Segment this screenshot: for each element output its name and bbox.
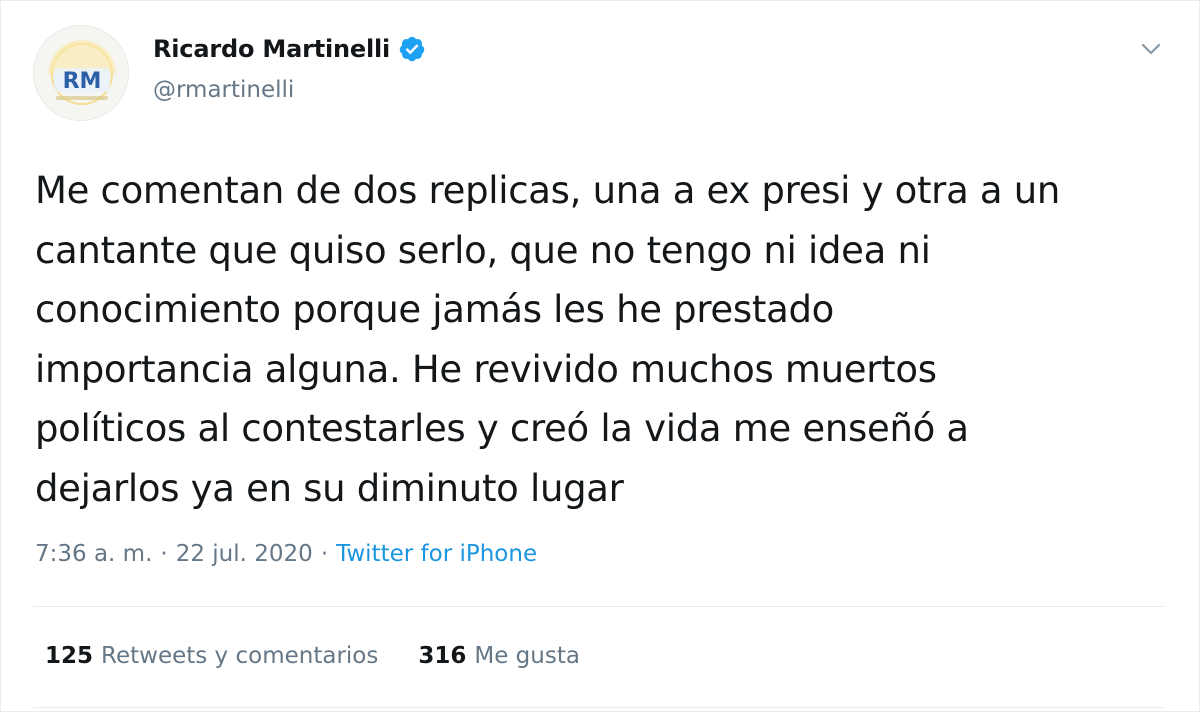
divider (33, 606, 1165, 607)
likes-count: 316 (418, 643, 467, 669)
retweets-count: 125 (45, 643, 94, 669)
tweet-text: Me comentan de dos replicas, una a ex pr… (35, 161, 1175, 518)
tweet-text-line: importancia alguna. He revivido muchos m… (35, 347, 937, 391)
tweet-time[interactable]: 7:36 a. m. (35, 541, 152, 567)
avatar[interactable]: RM (33, 25, 129, 121)
author-handle[interactable]: @rmartinelli (153, 77, 294, 103)
meta-separator: · (160, 541, 168, 567)
meta-separator: · (320, 541, 329, 567)
avatar-initials: RM (63, 69, 102, 94)
tweet-card: RM Ricardo Martinelli @rmartinelli Me co… (0, 0, 1200, 712)
verified-badge-icon (398, 35, 426, 63)
author-name-row: Ricardo Martinelli (153, 35, 426, 63)
tweet-stats: 125 Retweets y comentarios 316 Me gusta (45, 643, 580, 669)
tweet-text-line: conocimiento porque jamás les he prestad… (35, 288, 834, 331)
tweet-meta: 7:36 a. m. · 22 jul. 2020 · Twitter for … (35, 541, 537, 567)
likes-stat[interactable]: 316 Me gusta (418, 643, 580, 669)
tweet-text-line: dejarlos ya en su diminuto lugar (35, 466, 624, 510)
rm-logo-avatar-icon: RM (34, 26, 128, 120)
author-display-name[interactable]: Ricardo Martinelli (153, 35, 390, 63)
tweet-text-line: cantante que quiso serlo, que no tengo n… (35, 228, 931, 272)
chevron-down-icon[interactable] (1137, 37, 1165, 61)
tweet-text-line: Me comentan de dos replicas, una a ex pr… (35, 169, 1061, 212)
retweets-label: Retweets y comentarios (101, 643, 379, 669)
retweets-stat[interactable]: 125 Retweets y comentarios (45, 643, 378, 669)
divider (33, 707, 1165, 708)
tweet-date[interactable]: 22 jul. 2020 (176, 541, 313, 567)
tweet-text-line: políticos al contestarles y creó la vida… (35, 407, 969, 450)
likes-label: Me gusta (474, 643, 580, 669)
tweet-source-link[interactable]: Twitter for iPhone (336, 541, 537, 567)
